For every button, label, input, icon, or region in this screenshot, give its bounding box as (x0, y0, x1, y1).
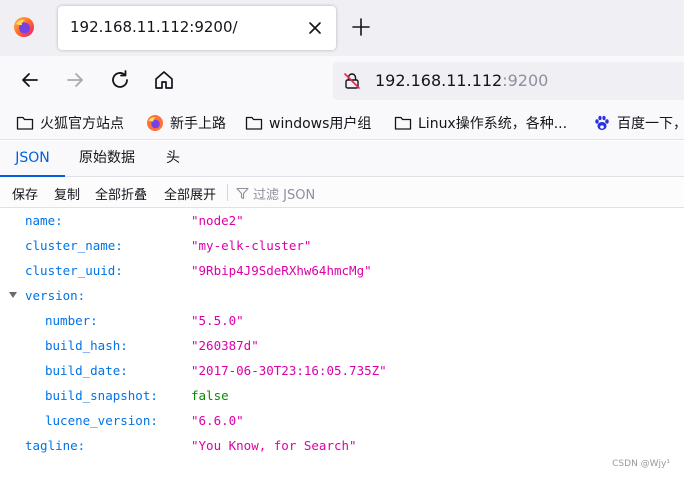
json-value: "260387d" (191, 338, 259, 353)
bookmark-label: 百度一下， (617, 116, 684, 132)
json-row[interactable]: cluster_uuid: "9Rbip4J9SdeRXhw64hmcMg" (0, 258, 684, 283)
navigation-bar: 192.168.11.112:9200 (0, 56, 684, 106)
filter-json-input[interactable]: 过滤 JSON (236, 184, 315, 203)
json-value: "2017-06-30T23:16:05.735Z" (191, 363, 387, 378)
baidu-paw-icon (595, 115, 609, 130)
json-key: name: (25, 213, 63, 228)
bookmark-item[interactable]: 火狐官方站点 (16, 112, 124, 134)
json-key: version: (25, 288, 86, 303)
tab-strip: 192.168.11.112:9200/ (0, 0, 684, 56)
json-value: "9Rbip4J9SdeRXhw64hmcMg" (191, 263, 372, 278)
new-tab-icon[interactable] (350, 16, 372, 38)
json-key: cluster_uuid: (25, 263, 123, 278)
watermark: CSDN @Wjy¹ (612, 459, 670, 469)
url-bar[interactable]: 192.168.11.112:9200 (333, 62, 684, 100)
json-value: "5.5.0" (191, 313, 244, 328)
expand-all-button[interactable]: 全部展开 (164, 184, 216, 203)
bookmark-label: 火狐官方站点 (40, 116, 124, 132)
json-row[interactable]: tagline: "You Know, for Search" (0, 433, 684, 458)
collapse-all-button[interactable]: 全部折叠 (95, 184, 147, 203)
tab-json[interactable]: JSON (0, 141, 65, 177)
json-tree: name: "node2" cluster_name: "my-elk-clus… (0, 208, 684, 479)
url-text[interactable]: 192.168.11.112:9200 (375, 71, 548, 90)
tab-raw-data-label: 原始数据 (79, 150, 135, 166)
bookmark-item[interactable]: windows用户组 (245, 112, 371, 134)
tab-headers[interactable]: 头 (166, 141, 180, 176)
json-value: "6.6.0" (191, 413, 244, 428)
json-row-version[interactable]: version: (0, 283, 684, 308)
json-row[interactable]: name: "node2" (0, 208, 684, 233)
home-icon[interactable] (152, 68, 176, 92)
bookmarks-toolbar: 火狐官方站点 新手上路 windows用户组 Linux操作系统，各种... 百… (0, 106, 684, 140)
json-key: build_date: (45, 363, 128, 378)
tab-title: 192.168.11.112:9200/ (70, 18, 238, 36)
firefox-menu-icon[interactable] (13, 16, 35, 38)
json-row[interactable]: build_snapshot: false (0, 383, 684, 408)
folder-icon (394, 116, 412, 130)
bookmark-label: 新手上路 (170, 116, 226, 132)
tab-raw-data[interactable]: 原始数据 (79, 141, 135, 176)
json-row[interactable]: build_date: "2017-06-30T23:16:05.735Z" (0, 358, 684, 383)
bookmark-label: windows用户组 (269, 116, 372, 132)
json-viewer-tabs: JSON 原始数据 头 (0, 141, 684, 177)
json-key: cluster_name: (25, 238, 123, 253)
close-tab-icon[interactable] (304, 17, 326, 39)
tab-headers-label: 头 (166, 150, 180, 166)
json-row[interactable]: number: "5.5.0" (0, 308, 684, 333)
filter-placeholder: 过滤 JSON (253, 188, 316, 203)
copy-button[interactable]: 复制 (54, 184, 80, 203)
json-row[interactable]: lucene_version: "6.6.0" (0, 408, 684, 433)
json-toolbar: 保存 复制 全部折叠 全部展开 过滤 JSON (0, 177, 684, 208)
json-row[interactable]: cluster_name: "my-elk-cluster" (0, 233, 684, 258)
json-key: lucene_version: (45, 413, 158, 428)
insecure-lock-icon[interactable] (343, 72, 361, 90)
tab-active[interactable]: 192.168.11.112:9200/ (58, 6, 336, 50)
bookmark-label: Linux操作系统，各种... (418, 116, 568, 132)
forward-icon[interactable] (63, 68, 87, 92)
reload-icon[interactable] (108, 68, 132, 92)
toolbar-divider (227, 184, 228, 201)
back-icon[interactable] (18, 68, 42, 92)
json-key: number: (45, 313, 98, 328)
tab-json-label: JSON (15, 150, 50, 166)
json-value: "my-elk-cluster" (191, 238, 312, 253)
json-key: build_snapshot: (45, 388, 158, 403)
json-key: build_hash: (45, 338, 128, 353)
folder-icon (16, 116, 34, 130)
url-host: 192.168.11.112 (375, 71, 503, 90)
url-port: :9200 (502, 71, 549, 90)
bookmark-item[interactable]: Linux操作系统，各种... (394, 112, 567, 134)
bookmark-item[interactable]: 新手上路 (146, 112, 226, 134)
json-value: false (191, 388, 229, 403)
save-button[interactable]: 保存 (12, 184, 38, 203)
json-value: "node2" (191, 213, 244, 228)
json-key: tagline: (25, 438, 86, 453)
bookmark-item[interactable]: 百度一下， (593, 112, 684, 134)
filter-icon (236, 187, 249, 200)
expand-toggle-icon[interactable] (9, 292, 17, 298)
json-value: "You Know, for Search" (191, 438, 357, 453)
json-row[interactable]: build_hash: "260387d" (0, 333, 684, 358)
folder-icon (245, 116, 263, 130)
firefox-icon (147, 115, 163, 131)
